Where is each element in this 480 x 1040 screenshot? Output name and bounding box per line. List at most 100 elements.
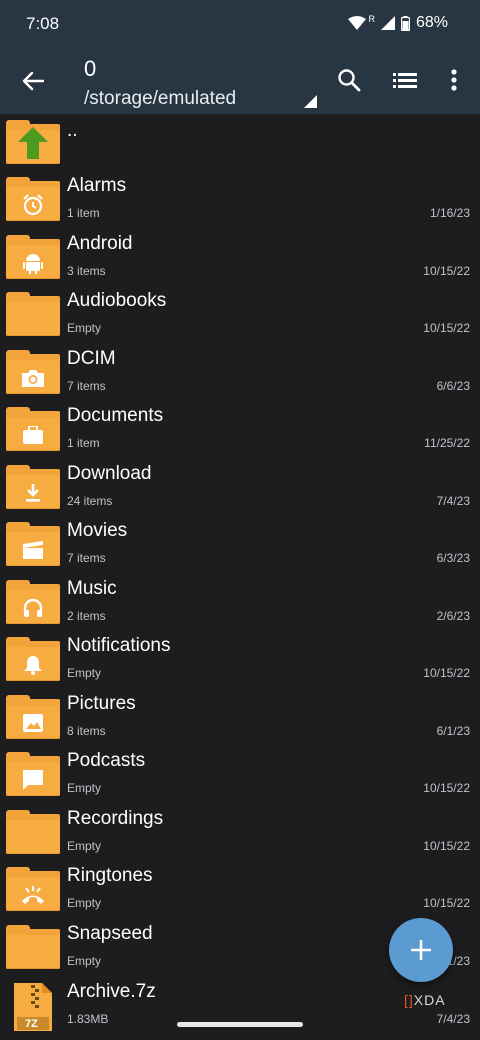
list-item[interactable]: Podcasts Empty 10/15/22 <box>0 746 480 803</box>
battery-icon <box>400 15 410 31</box>
item-count: Empty <box>67 953 102 968</box>
item-count: 3 items <box>67 263 106 278</box>
parent-dir-label: .. <box>67 120 78 141</box>
list-view-icon <box>393 73 417 88</box>
add-fab-button[interactable] <box>389 918 453 982</box>
folder-name: Android <box>67 232 133 254</box>
item-count: Empty <box>67 781 102 795</box>
headphones-icon <box>6 594 60 622</box>
folder-name: Ringtones <box>67 865 153 886</box>
list-item[interactable]: Download 24 items 7/4/23 <box>0 459 480 516</box>
folder-name: Download <box>67 462 152 484</box>
folder-name: DCIM <box>67 347 116 369</box>
file-date: 7/4/23 <box>436 1012 470 1026</box>
camera-icon <box>6 364 60 392</box>
folder-up-icon <box>6 120 60 164</box>
folder-name: Alarms <box>67 175 127 196</box>
list-item[interactable]: Alarms 1 item 1/16/23 <box>0 171 480 228</box>
modified-date: 10/15/22 <box>423 838 470 853</box>
list-item[interactable]: Music 2 items 2/6/23 <box>0 574 480 631</box>
list-item[interactable]: Android 3 items 10/15/22 <box>0 229 480 286</box>
plus-icon <box>411 940 431 960</box>
folder-icon <box>6 292 60 336</box>
overflow-menu-button[interactable] <box>440 66 468 94</box>
path-dropdown[interactable]: /storage/emulated <box>84 88 236 110</box>
item-count: 1 item <box>67 206 100 220</box>
list-item[interactable]: DCIM 7 items 6/6/23 <box>0 344 480 401</box>
folder-icon <box>6 349 60 394</box>
folder-title: 0 <box>84 56 97 81</box>
back-button[interactable] <box>16 64 50 98</box>
download-icon <box>6 479 60 507</box>
arrow-left-icon <box>22 71 44 91</box>
modified-date: 6/1/23 <box>436 723 470 738</box>
folder-icon <box>6 234 60 279</box>
item-count: Empty <box>67 838 102 853</box>
gesture-home-bar[interactable] <box>177 1022 303 1027</box>
clapperboard-icon <box>6 536 60 564</box>
image-icon <box>6 709 60 737</box>
folder-icon <box>6 867 60 911</box>
list-item[interactable]: Notifications Empty 10/15/22 <box>0 631 480 688</box>
modified-date: 10/15/22 <box>423 263 470 278</box>
modified-date: 10/15/22 <box>423 321 470 335</box>
folder-icon <box>6 809 60 854</box>
signal-icon <box>380 16 395 30</box>
folder-icon <box>6 924 60 969</box>
list-item[interactable]: Audiobooks Empty 10/15/22 <box>0 286 480 343</box>
up-arrow-icon <box>18 127 48 159</box>
modified-date: 10/15/22 <box>423 666 470 680</box>
battery-percent: 68% <box>415 14 448 31</box>
modified-date: 1/16/23 <box>429 206 470 220</box>
modified-date: 6/3/23 <box>436 551 470 565</box>
ringing-phone-icon <box>6 881 60 909</box>
modified-date: 2/6/23 <box>436 608 470 623</box>
file-size: 1.83MB <box>67 1012 109 1026</box>
folder-name: Audiobooks <box>67 290 167 311</box>
wifi-icon <box>348 16 367 30</box>
list-item[interactable]: Recordings Empty 10/15/22 <box>0 804 480 861</box>
android-icon <box>6 249 60 277</box>
item-count: 7 items <box>67 378 106 393</box>
list-item[interactable]: Movies 7 items 6/3/23 <box>0 516 480 573</box>
folder-name: Documents <box>67 405 164 426</box>
roaming-indicator: R <box>368 14 375 24</box>
modified-date: 11/25/22 <box>424 436 470 450</box>
archive-badge: 7Z <box>25 1018 38 1030</box>
modified-date: 10/15/22 <box>423 781 470 795</box>
modified-date: 10/15/22 <box>423 896 470 910</box>
item-count: 8 items <box>67 723 106 738</box>
item-count: 2 items <box>67 608 106 623</box>
folder-icon <box>6 637 60 681</box>
item-count: Empty <box>67 321 102 335</box>
item-count: Empty <box>67 896 102 910</box>
list-item[interactable]: Ringtones Empty 10/15/22 <box>0 861 480 918</box>
folder-icon <box>6 522 60 566</box>
list-item[interactable]: Pictures 8 items 6/1/23 <box>0 689 480 746</box>
search-button[interactable] <box>335 66 363 94</box>
status-icons: R 68% <box>348 14 448 32</box>
view-list-button[interactable] <box>391 66 419 94</box>
folder-icon <box>6 694 60 739</box>
app-bar: 0 /storage/emulated <box>0 46 480 114</box>
folder-name: Snapseed <box>67 922 153 944</box>
folder-name: Recordings <box>67 807 164 829</box>
file-name: Archive.7z <box>67 981 156 1002</box>
folder-name: Pictures <box>67 692 136 714</box>
item-count: 7 items <box>67 551 106 565</box>
bell-icon <box>6 651 60 679</box>
folder-name: Podcasts <box>67 750 146 771</box>
folder-name: Movies <box>67 520 128 541</box>
list-item[interactable]: Documents 1 item 11/25/22 <box>0 401 480 458</box>
folder-icon <box>6 752 60 796</box>
folder-name: Music <box>67 577 117 599</box>
briefcase-icon <box>6 421 60 449</box>
list-item-parent[interactable]: .. <box>0 114 480 171</box>
item-count: Empty <box>67 666 102 680</box>
dropdown-triangle-icon[interactable] <box>304 95 317 108</box>
search-icon <box>338 69 361 92</box>
item-count: 1 item <box>67 436 100 450</box>
folder-icon <box>6 579 60 624</box>
folder-icon <box>6 464 60 509</box>
modified-date: 6/6/23 <box>436 378 470 393</box>
